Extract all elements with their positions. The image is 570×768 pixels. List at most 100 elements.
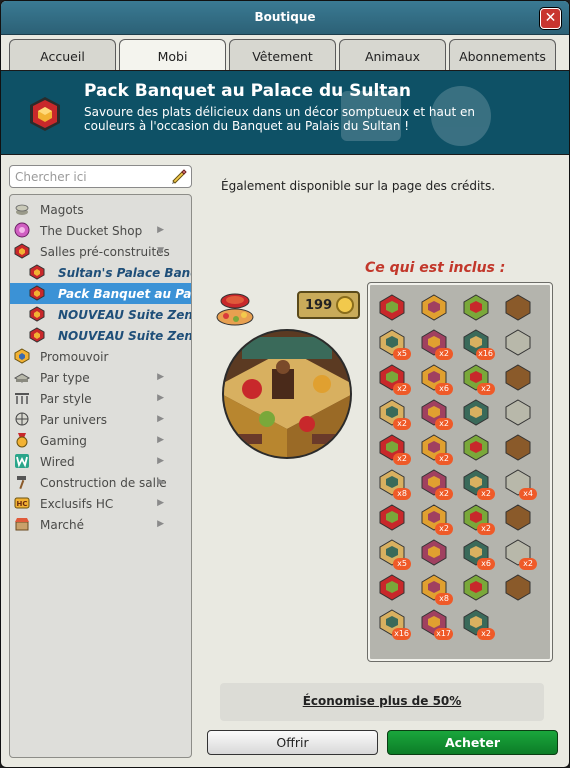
included-items-grid: x5 x2 x16 x2 x6 x2 x2 x2 x2 x2 x8 x2 x2 x4 x2 x2 x5 x6 x2 x… (367, 282, 553, 662)
page-description: Savoure des plats délicieux dans un déco… (84, 105, 475, 133)
tab-accueil[interactable]: Accueil (9, 39, 116, 70)
credits-coin-icon (336, 296, 354, 314)
quantity-badge: x5 (393, 558, 411, 570)
close-button[interactable]: ✕ (540, 8, 561, 29)
included-item[interactable]: x8 (418, 571, 453, 605)
nav-item-sultans-palace[interactable]: Sultan's Palace Banquet (10, 262, 191, 283)
included-item[interactable] (502, 431, 534, 463)
included-item[interactable]: x2 (376, 361, 411, 395)
tab-abonnements[interactable]: Abonnements (449, 39, 556, 70)
tab-mobi[interactable]: Mobi (119, 39, 226, 71)
nav-item-promouvoir[interactable]: Promouvoir (10, 346, 191, 367)
market-icon (15, 518, 29, 531)
ducket-icon (14, 222, 30, 238)
room-preview-image (222, 329, 352, 459)
page-banner: Pack Banquet au Palace du Sultan Savoure… (1, 70, 569, 155)
included-item[interactable]: x2 (460, 361, 495, 395)
included-item[interactable] (460, 291, 492, 323)
included-item[interactable]: x2 (418, 431, 453, 465)
chevron-right-icon: ▶ (157, 477, 164, 487)
furniture-icon (463, 399, 489, 426)
title-bar[interactable]: Boutique ✕ (1, 1, 569, 35)
pencil-icon[interactable] (170, 168, 187, 185)
room-icon (14, 243, 30, 259)
room-bundle-icon (29, 306, 45, 322)
included-item[interactable] (502, 396, 534, 428)
included-item[interactable]: x8 (376, 466, 411, 500)
savings-label[interactable]: Économise plus de 50% (220, 694, 544, 708)
included-item[interactable]: x5 (376, 326, 411, 360)
included-item[interactable] (376, 501, 408, 533)
tab-vetement[interactable]: Vêtement (229, 39, 336, 70)
included-item[interactable] (502, 361, 534, 393)
quantity-badge: x2 (435, 523, 453, 535)
gift-button[interactable]: Offrir (207, 730, 378, 755)
tab-bar: Accueil Mobi Vêtement Animaux Abonnement… (9, 39, 559, 71)
included-item[interactable] (502, 571, 534, 603)
nav-item-par-univers[interactable]: Par univers ▶ (10, 409, 191, 430)
included-item[interactable]: x17 (418, 606, 453, 640)
included-item[interactable]: x2 (460, 466, 495, 500)
price-value: 199 (305, 298, 333, 313)
nav-item-magots[interactable]: Magots (10, 199, 191, 220)
nav-item-salles[interactable]: Salles pré-construites ▼ (10, 241, 191, 262)
included-item[interactable]: x2 (502, 536, 537, 570)
included-item[interactable]: x2 (418, 326, 453, 360)
included-item[interactable] (376, 571, 408, 603)
included-item[interactable] (502, 501, 534, 533)
nav-item-construction[interactable]: Construction de salle ▶ (10, 472, 191, 493)
nav-item-gaming[interactable]: Gaming ▶ (10, 430, 191, 451)
included-item[interactable]: x2 (376, 396, 411, 430)
nav-item-par-type[interactable]: Par type ▶ (10, 367, 191, 388)
quantity-badge: x6 (435, 383, 453, 395)
nav-item-marche[interactable]: Marché ▶ (10, 514, 191, 535)
furniture-icon (505, 364, 531, 391)
search-placeholder: Chercher ici (15, 170, 87, 184)
included-item[interactable] (418, 536, 450, 568)
furniture-icon (463, 294, 489, 321)
quantity-badge: x5 (393, 348, 411, 360)
included-item[interactable] (418, 291, 450, 323)
quantity-badge: x2 (435, 418, 453, 430)
included-item[interactable]: x16 (376, 606, 411, 640)
nav-item-exclusifs-hc[interactable]: HC Exclusifs HC ▶ (10, 493, 191, 514)
chevron-right-icon: ▶ (157, 498, 164, 508)
chevron-right-icon: ▶ (157, 414, 164, 424)
included-item[interactable]: x4 (502, 466, 537, 500)
furniture-icon (505, 329, 531, 356)
included-item[interactable]: x16 (460, 326, 495, 360)
included-item[interactable]: x5 (376, 536, 411, 570)
included-item[interactable] (502, 291, 534, 323)
quantity-badge: x2 (519, 558, 537, 570)
tab-animaux[interactable]: Animaux (339, 39, 446, 70)
included-item[interactable] (376, 291, 408, 323)
furniture-icon (463, 574, 489, 601)
included-item[interactable]: x6 (460, 536, 495, 570)
included-item[interactable] (502, 326, 534, 358)
nav-item-pack-banquet[interactable]: Pack Banquet au Palace du Sultan (10, 283, 191, 304)
nav-item-suite-zen-2[interactable]: NOUVEAU Suite Zen Deluxe (10, 325, 191, 346)
promote-icon (14, 348, 30, 364)
included-item[interactable]: x2 (460, 501, 495, 535)
nav-item-par-style[interactable]: Par style ▶ (10, 388, 191, 409)
buy-button[interactable]: Acheter (387, 730, 558, 755)
furniture-icon (379, 294, 405, 321)
coins-icon (15, 204, 29, 215)
included-item[interactable]: x2 (376, 431, 411, 465)
included-item[interactable]: x2 (418, 396, 453, 430)
nav-item-ducket-shop[interactable]: The Ducket Shop ▶ (10, 220, 191, 241)
globe-icon (15, 412, 29, 426)
included-item[interactable] (460, 571, 492, 603)
quantity-badge: x2 (435, 453, 453, 465)
search-input[interactable]: Chercher ici (9, 165, 192, 188)
catalog-navigation: Magots The Ducket Shop ▶ Salles pré-cons… (9, 194, 192, 758)
included-title: Ce qui est inclus : (365, 260, 506, 276)
nav-item-wired[interactable]: Wired ▶ (10, 451, 191, 472)
included-item[interactable]: x6 (418, 361, 453, 395)
nav-item-suite-zen-1[interactable]: NOUVEAU Suite Zen Deluxe (10, 304, 191, 325)
included-item[interactable] (460, 431, 492, 463)
included-item[interactable] (460, 396, 492, 428)
included-item[interactable]: x2 (418, 466, 453, 500)
included-item[interactable]: x2 (460, 606, 495, 640)
included-item[interactable]: x2 (418, 501, 453, 535)
